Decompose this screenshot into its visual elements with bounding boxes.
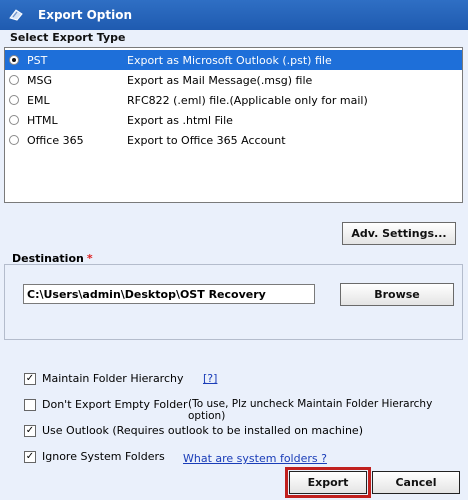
radio-button[interactable] (9, 75, 19, 85)
export-type-description: Export as .html File (127, 114, 233, 127)
export-type-description: Export to Office 365 Account (127, 134, 286, 147)
use-outlook-label: Use Outlook (Requires outlook to be inst… (42, 424, 363, 437)
window-title: Export Option (38, 8, 133, 22)
app-icon (9, 9, 23, 21)
export-type-option-msg[interactable]: MSG Export as Mail Message(.msg) file (5, 70, 462, 90)
maintain-hierarchy-checkbox[interactable]: ✓ (24, 373, 36, 385)
export-type-option-html[interactable]: HTML Export as .html File (5, 110, 462, 130)
export-type-heading: Select Export Type (10, 31, 126, 44)
cancel-button[interactable]: Cancel (372, 471, 460, 494)
export-type-description: Export as Mail Message(.msg) file (127, 74, 313, 87)
radio-button[interactable] (9, 135, 19, 145)
radio-button[interactable] (9, 115, 19, 125)
system-folders-help-link[interactable]: What are system folders ? (183, 452, 327, 465)
use-outlook-checkbox[interactable]: ✓ (24, 425, 36, 437)
ignore-system-checkbox[interactable]: ✓ (24, 451, 36, 463)
export-type-option-pst[interactable]: PST Export as Microsoft Outlook (.pst) f… (5, 50, 462, 70)
export-button[interactable]: Export (289, 471, 367, 494)
export-type-description: Export as Microsoft Outlook (.pst) file (127, 54, 332, 67)
maintain-hierarchy-help-link[interactable]: [?] (203, 372, 217, 385)
radio-button[interactable] (9, 95, 19, 105)
export-type-name: PST (27, 54, 48, 67)
export-type-name: EML (27, 94, 50, 107)
export-type-option-office365[interactable]: Office 365 Export to Office 365 Account (5, 130, 462, 150)
browse-button[interactable]: Browse (340, 283, 454, 306)
export-type-name: MSG (27, 74, 52, 87)
maintain-hierarchy-label: Maintain Folder Hierarchy (42, 372, 184, 385)
title-bar: Export Option (0, 0, 468, 30)
export-type-option-eml[interactable]: EML RFC822 (.eml) file.(Applicable only … (5, 90, 462, 110)
dont-export-empty-label: Don't Export Empty Folder (42, 398, 188, 411)
adv-settings-button[interactable]: Adv. Settings... (342, 222, 456, 245)
radio-button[interactable] (9, 55, 19, 65)
ignore-system-label: Ignore System Folders (42, 450, 165, 463)
export-type-name: Office 365 (27, 134, 84, 147)
dont-export-empty-note: (To use, Plz uncheck Maintain Folder Hie… (188, 398, 433, 422)
dont-export-empty-checkbox[interactable] (24, 399, 36, 411)
destination-path-field[interactable]: C:\Users\admin\Desktop\OST Recovery (23, 284, 315, 304)
export-type-list: PST Export as Microsoft Outlook (.pst) f… (4, 47, 463, 203)
export-type-name: HTML (27, 114, 58, 127)
export-type-description: RFC822 (.eml) file.(Applicable only for … (127, 94, 368, 107)
